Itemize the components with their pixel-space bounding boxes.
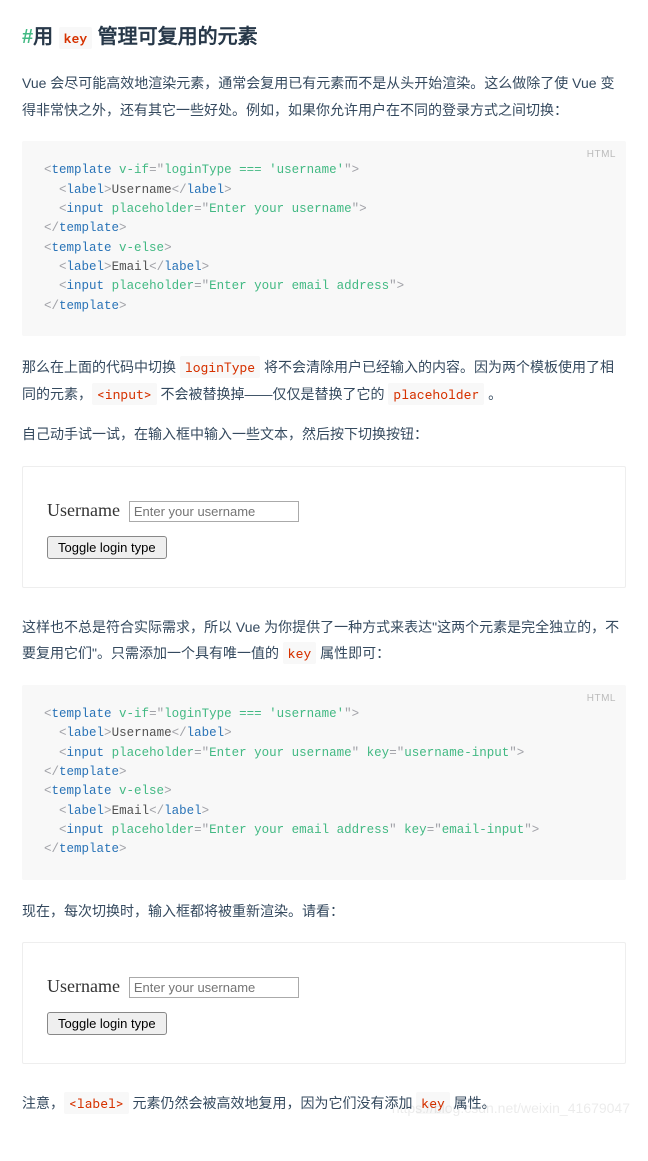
code-lang-badge: HTML xyxy=(587,691,616,707)
demo1-input[interactable] xyxy=(129,501,299,522)
section-heading: #用 key 管理可复用的元素 xyxy=(22,20,626,54)
paragraph-3: 自己动手试一试，在输入框中输入一些文本，然后按下切换按钮： xyxy=(22,421,626,448)
heading-code: key xyxy=(59,27,92,49)
demo-block-2: Username Toggle login type xyxy=(22,942,626,1064)
heading-post: 管理可复用的元素 xyxy=(92,26,258,48)
demo2-label: Username xyxy=(47,976,120,996)
toggle-login-type-button[interactable]: Toggle login type xyxy=(47,536,167,559)
heading-hash[interactable]: # xyxy=(22,26,33,48)
code-lang-badge: HTML xyxy=(587,147,616,163)
code-content-2[interactable]: <template v-if="loginType === 'username'… xyxy=(44,705,604,860)
paragraph-1: Vue 会尽可能高效地渲染元素，通常会复用已有元素而不是从头开始渲染。这么做除了… xyxy=(22,70,626,123)
code-block-2: HTML <template v-if="loginType === 'user… xyxy=(22,685,626,880)
demo1-label: Username xyxy=(47,500,120,520)
paragraph-6: 注意，<label> 元素仍然会被高效地复用，因为它们没有添加 key 属性。 xyxy=(22,1090,626,1117)
code-content-1[interactable]: <template v-if="loginType === 'username'… xyxy=(44,161,604,316)
toggle-login-type-button[interactable]: Toggle login type xyxy=(47,1012,167,1035)
paragraph-2: 那么在上面的代码中切换 loginType 将不会清除用户已经输入的内容。因为两… xyxy=(22,354,626,407)
heading-pre: 用 xyxy=(33,26,59,48)
demo-block-1: Username Toggle login type xyxy=(22,466,626,588)
paragraph-4: 这样也不总是符合实际需求，所以 Vue 为你提供了一种方式来表达"这两个元素是完… xyxy=(22,614,626,667)
code-block-1: HTML <template v-if="loginType === 'user… xyxy=(22,141,626,336)
paragraph-5: 现在，每次切换时，输入框都将被重新渲染。请看： xyxy=(22,898,626,925)
demo2-input[interactable] xyxy=(129,977,299,998)
